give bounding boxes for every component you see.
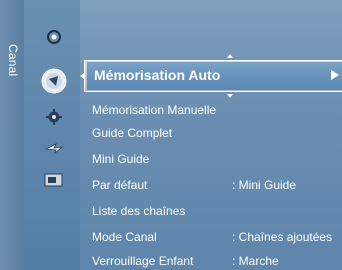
menu-item-memorisation-auto[interactable]: Mémorisation Auto <box>94 65 220 85</box>
menu-item-par-defaut[interactable]: Par défaut : Mini Guide <box>92 176 342 194</box>
application-icon[interactable] <box>43 169 65 191</box>
menu-item-label: Liste des chaînes <box>92 204 186 218</box>
osd-menu-screen: Canal Mémorisation Auto Mémorisation Man… <box>0 0 342 270</box>
picture-icon[interactable] <box>43 26 65 48</box>
menu-item-label: Guide Complet <box>92 126 173 140</box>
menu-item-label: Mode Canal <box>92 230 157 244</box>
menu-item-mini-guide[interactable]: Mini Guide <box>92 150 342 168</box>
channel-icon[interactable] <box>40 67 68 95</box>
menu-item-label: Mémorisation Manuelle <box>92 103 217 117</box>
setup-icon[interactable] <box>43 106 65 128</box>
scroll-up-icon <box>227 54 233 58</box>
category-tab: Canal <box>0 0 25 270</box>
menu-item-value: : Mini Guide <box>232 178 297 192</box>
input-icon[interactable] <box>43 138 65 160</box>
menu-item-liste-des-chaines[interactable]: Liste des chaînes <box>92 202 342 220</box>
menu-item-memorisation-manuelle[interactable]: Mémorisation Manuelle <box>92 101 342 119</box>
scroll-down-icon <box>227 94 233 98</box>
category-label: Canal <box>6 44 20 77</box>
menu-item-label: Mini Guide <box>92 152 150 166</box>
menu-item-verrouillage-enfant[interactable]: Verrouillage Enfant : Marche <box>92 252 342 270</box>
menu-item-mode-canal[interactable]: Mode Canal : Chaînes ajoutées <box>92 228 342 246</box>
menu-item-label: Verrouillage Enfant <box>92 254 194 268</box>
menu-item-value: : Chaînes ajoutées <box>232 230 333 244</box>
menu-item-value: : Marche <box>232 254 279 268</box>
menu-icon-column <box>24 0 80 270</box>
menu-item-guide-complet[interactable]: Guide Complet <box>92 124 342 142</box>
submenu-arrow-icon <box>331 70 339 80</box>
menu-item-label: Par défaut <box>92 178 148 192</box>
